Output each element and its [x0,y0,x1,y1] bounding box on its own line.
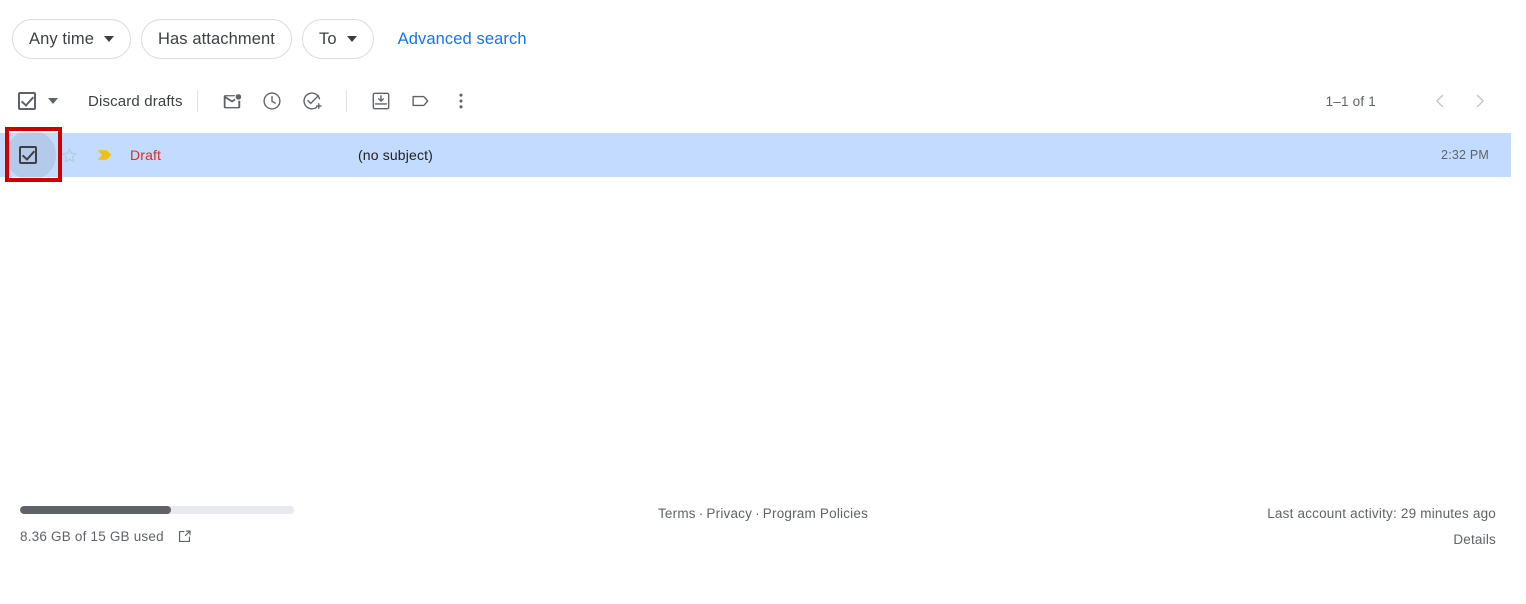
add-to-tasks-button[interactable] [292,81,332,121]
storage-manage-link[interactable] [176,528,193,545]
discard-drafts-button[interactable]: Discard drafts [88,93,183,110]
mark-as-unread-button[interactable] [212,81,252,121]
mail-toolbar: Discard drafts 1–1 of 1 [0,78,1526,124]
toolbar-divider [345,90,347,112]
mail-list: Draft (no subject) 2:32 PM [0,130,1511,180]
snooze-button[interactable] [252,81,292,121]
label-tag-icon [412,95,429,107]
link-separator: · [755,506,760,521]
advanced-search-link[interactable]: Advanced search [398,30,527,49]
important-marker-icon [97,150,112,160]
mail-timestamp: 2:32 PM [1441,148,1489,162]
privacy-link[interactable]: Privacy [706,506,752,521]
filter-chip-has-attachment[interactable]: Has attachment [141,19,292,59]
move-to-inbox-icon [372,92,390,110]
filter-chip-label: Has attachment [158,29,275,48]
link-separator: · [698,506,704,521]
label-button[interactable] [401,81,441,121]
terms-link[interactable]: Terms [658,506,696,521]
external-link-icon [178,530,191,543]
mark-as-unread-icon [223,94,241,109]
checkbox-checked-icon [19,146,37,164]
search-filter-bar: Any time Has attachment To Advanced sear… [0,0,1526,78]
filter-chip-any-time[interactable]: Any time [12,19,131,59]
select-all-dropdown-caret-icon[interactable] [48,98,58,104]
mail-subject: (no subject) [358,147,433,163]
pagination-range: 1–1 of 1 [1325,93,1376,109]
program-policies-link[interactable]: Program Policies [763,506,868,521]
important-marker-button[interactable] [92,148,120,162]
filter-chip-to[interactable]: To [301,19,374,59]
select-all-checkbox[interactable] [18,92,36,110]
star-button[interactable] [58,146,80,165]
toolbar-divider [196,90,198,112]
filter-chip-label: To [318,29,337,48]
account-activity: Last account activity: 29 minutes ago De… [1267,506,1496,547]
storage-text-row: 8.36 GB of 15 GB used [20,528,320,545]
mail-sender: Draft [130,147,162,163]
chevron-right-icon [1476,94,1484,108]
storage-usage-label: 8.36 GB of 15 GB used [20,529,164,544]
row-select-checkbox[interactable] [0,130,56,180]
add-to-tasks-icon [303,92,322,110]
more-options-icon [459,93,463,109]
filter-chip-label: Any time [29,29,94,48]
activity-details-link[interactable]: Details [1267,532,1496,547]
next-page-button[interactable] [1460,81,1500,121]
toolbar-left-group: Discard drafts [0,81,481,121]
previous-page-button[interactable] [1420,81,1460,121]
chevron-down-icon [104,36,114,42]
move-to-inbox-button[interactable] [361,81,401,121]
snooze-clock-icon [263,92,281,110]
star-outline-icon [61,147,77,162]
page-footer: 8.36 GB of 15 GB used Terms · Privacy · Prog… [0,500,1526,604]
last-activity-label: Last account activity: 29 minutes ago [1267,506,1496,521]
toolbar-right-group: 1–1 of 1 [1326,81,1526,121]
more-options-button[interactable] [441,81,481,121]
chevron-left-icon [1436,94,1444,108]
table-row[interactable]: Draft (no subject) 2:32 PM [0,130,1511,180]
chevron-down-icon [346,36,357,42]
